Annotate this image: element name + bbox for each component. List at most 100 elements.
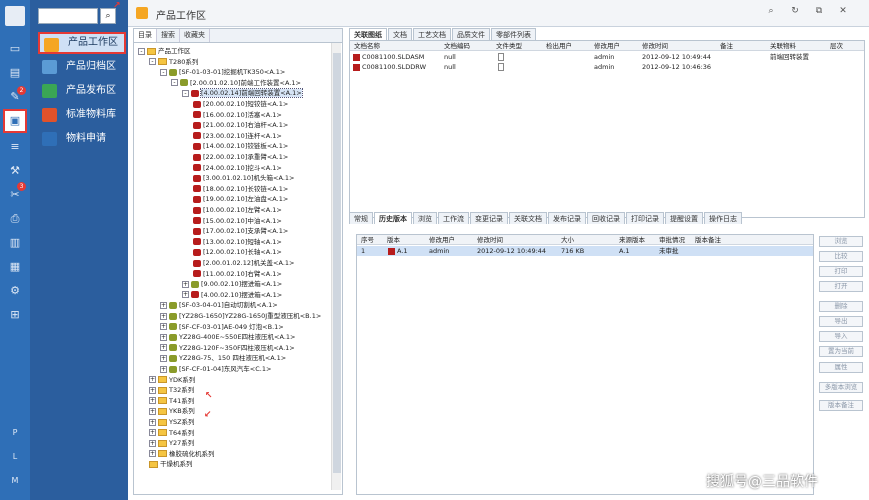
scrollbar-thumb[interactable]: [333, 53, 341, 473]
side-button-4[interactable]: 删除: [819, 301, 863, 312]
tree-node[interactable]: + YZ28G-120F~350F四柱液压机<A.1>: [160, 343, 295, 354]
document-icon[interactable]: ▤: [7, 66, 23, 80]
history-tab[interactable]: 变更记录: [470, 212, 508, 224]
expand-toggle-icon[interactable]: -: [182, 89, 189, 97]
expand-toggle-icon[interactable]: +: [160, 323, 167, 331]
tree-node[interactable]: [13.00.02.10]短轴<A.1>: [193, 237, 282, 248]
tab-favorites[interactable]: 收藏夹: [180, 29, 210, 42]
side-button-5[interactable]: 导出: [819, 316, 863, 327]
rail-letter-l[interactable]: L: [0, 452, 30, 461]
tree-node[interactable]: + YKB系列: [149, 406, 195, 417]
product-box-icon[interactable]: ▣: [3, 109, 27, 133]
expand-toggle-icon[interactable]: +: [149, 386, 156, 394]
expand-toggle-icon[interactable]: +: [149, 376, 156, 384]
history-tab[interactable]: 操作日志: [704, 212, 742, 224]
column-header[interactable]: 修改用户: [429, 235, 455, 245]
nav-item-3[interactable]: 标准物料库: [38, 104, 126, 126]
tree-node[interactable]: 干燥机系列: [149, 459, 193, 470]
tree-node[interactable]: + Y27系列: [149, 438, 194, 449]
tree-node[interactable]: [21.00.02.10]右油杆<A.1>: [193, 120, 288, 131]
grid-icon[interactable]: ⊞: [7, 308, 23, 322]
tree-node[interactable]: + YDK系列: [149, 375, 195, 386]
side-button-9[interactable]: 多版本浏览: [819, 382, 863, 393]
column-header[interactable]: 层次: [830, 41, 843, 51]
expand-toggle-icon[interactable]: +: [149, 450, 156, 458]
tree-node[interactable]: + T32系列: [149, 385, 194, 396]
column-header[interactable]: 文档名称: [354, 41, 380, 51]
tab-search[interactable]: 搜索: [157, 29, 180, 42]
restore-icon[interactable]: ⧉: [812, 6, 826, 16]
side-button-3[interactable]: 打开: [819, 281, 863, 292]
history-tab[interactable]: 常规: [349, 212, 373, 224]
nav-item-4[interactable]: 物料申请: [38, 128, 126, 150]
side-button-1[interactable]: 比较: [819, 251, 863, 262]
nav-item-0[interactable]: 产品工作区: [38, 32, 126, 54]
close-icon[interactable]: ✕: [836, 6, 850, 16]
tree-node[interactable]: + T64系列: [149, 428, 194, 439]
side-button-6[interactable]: 导入: [819, 331, 863, 342]
tree-node[interactable]: + [SF-CF-01-04]东风汽车<C.1>: [160, 364, 271, 375]
column-header[interactable]: 来源版本: [619, 235, 645, 245]
tab-directory[interactable]: 目录: [134, 29, 157, 42]
tree-node[interactable]: [15.00.02.10]中油<A.1>: [193, 216, 282, 227]
tree-node[interactable]: + [9.00.02.10]摆进箱<A.1>: [182, 279, 282, 290]
nav-item-1[interactable]: 产品归档区: [38, 56, 126, 78]
history-tab[interactable]: 提醒设置: [665, 212, 703, 224]
tree-node[interactable]: + 橡胶硫化机系列: [149, 449, 215, 460]
column-header[interactable]: 审批情况: [659, 235, 685, 245]
column-header[interactable]: 检出用户: [546, 41, 572, 51]
tree-node[interactable]: [20.00.02.10]短铰链<A.1>: [193, 99, 288, 110]
wrench-icon[interactable]: ⚒: [7, 164, 23, 178]
column-header[interactable]: 版本备注: [695, 235, 721, 245]
tree-node[interactable]: - [SF-01-03-01]挖掘机TK350<A.1>: [160, 67, 285, 78]
expand-toggle-icon[interactable]: +: [160, 333, 167, 341]
tree-node[interactable]: [22.00.02.10]承重臂<A.1>: [193, 152, 288, 163]
expand-toggle-icon[interactable]: +: [149, 418, 156, 426]
expand-toggle-icon[interactable]: +: [160, 301, 167, 309]
expand-toggle-icon[interactable]: +: [160, 312, 167, 320]
table-row[interactable]: C0081100.SLDASM null admin 2012-09-12 10:49…: [350, 52, 864, 62]
tree-node[interactable]: [10.00.02.10]左臂<A.1>: [193, 205, 282, 216]
tree-node[interactable]: [16.00.02.10]活塞<A.1>: [193, 110, 282, 121]
tree-node[interactable]: [3.00.01.02.10]机头箱<A.1>: [193, 173, 294, 184]
tree-node[interactable]: [12.00.02.10]长轴<A.1>: [193, 247, 282, 258]
chart-icon[interactable]: ▦: [7, 260, 23, 274]
tree-node[interactable]: [11.00.02.10]右臂<A.1>: [193, 269, 282, 280]
tree-node[interactable]: + [SF-CF-03-01]AE-049 灯泡<B.1>: [160, 322, 284, 333]
book-icon[interactable]: ▥: [7, 236, 23, 250]
expand-toggle-icon[interactable]: -: [138, 47, 145, 55]
tree-node[interactable]: [2.00.01.02.12]机关盖<A.1>: [193, 258, 294, 269]
tree-node[interactable]: - 产品工作区: [138, 46, 191, 57]
tree-node[interactable]: + [SF-03-04-01]自动切割机<A.1>: [160, 300, 278, 311]
expand-toggle-icon[interactable]: +: [149, 397, 156, 405]
search-window-icon[interactable]: ⌕: [764, 6, 778, 16]
history-tab[interactable]: 浏览: [413, 212, 437, 224]
printer-icon[interactable]: ⎙: [7, 212, 23, 226]
tree-node[interactable]: + YSZ系列: [149, 417, 195, 428]
tree-node[interactable]: + YZ28G-75、150 四柱液压机<A.1>: [160, 353, 286, 364]
tree-node[interactable]: [14.00.02.10]铰链板<A.1>: [193, 141, 288, 152]
gear-icon[interactable]: ⚙: [7, 284, 23, 298]
expand-toggle-icon[interactable]: -: [160, 68, 167, 76]
search-input[interactable]: [38, 8, 98, 24]
tree-node[interactable]: + [4.00.02.10]摆进箱<A.1>: [182, 290, 282, 301]
expand-toggle-icon[interactable]: -: [171, 79, 178, 87]
side-button-2[interactable]: 打印: [819, 266, 863, 277]
rail-letter-m[interactable]: M: [0, 476, 30, 485]
expand-toggle-icon[interactable]: +: [160, 365, 167, 373]
tree-node[interactable]: - T280系列: [149, 57, 198, 68]
tree-node[interactable]: + YZ28G-400E~550E四柱液压机<A.1>: [160, 332, 295, 343]
avatar[interactable]: [5, 6, 25, 26]
table-row[interactable]: C0081100.SLDDRW null admin 2012-09-12 10:46…: [350, 62, 864, 72]
column-header[interactable]: 文档编码: [444, 41, 470, 51]
expand-toggle-icon[interactable]: +: [160, 354, 167, 362]
history-tab[interactable]: 工作流: [438, 212, 469, 224]
doc-tab[interactable]: 工艺文档: [413, 28, 451, 40]
expand-toggle-icon[interactable]: +: [182, 280, 189, 288]
tree-node[interactable]: + [YZ28G-1650]YZ28G-1650J重型液压机<B.1>: [160, 311, 321, 322]
sliders-icon[interactable]: ≡: [7, 140, 23, 154]
rail-letter-p[interactable]: P: [0, 428, 30, 437]
column-header[interactable]: 备注: [720, 41, 733, 51]
tree-node[interactable]: [18.00.02.10]长铰链<A.1>: [193, 184, 288, 195]
expand-toggle-icon[interactable]: +: [160, 344, 167, 352]
